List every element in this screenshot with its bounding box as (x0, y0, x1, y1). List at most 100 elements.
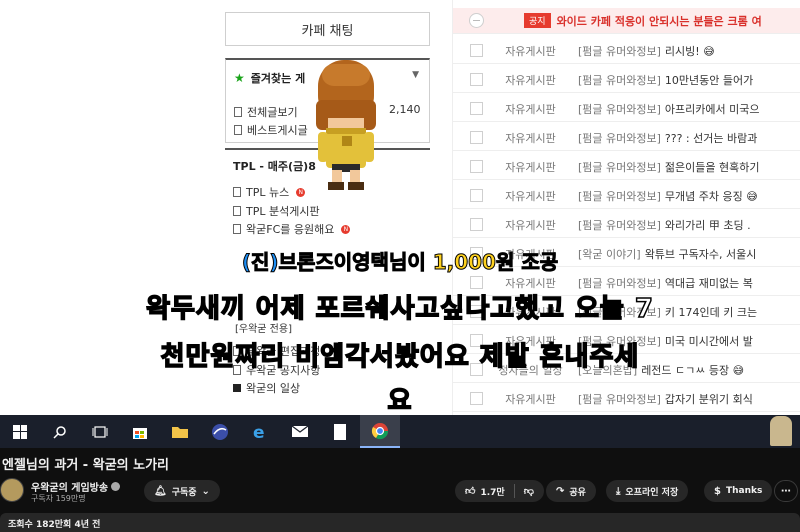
document-icon (233, 206, 241, 216)
row-title[interactable]: 아프리카에서 미국으 (665, 101, 760, 117)
row-title[interactable]: 10만년동안 들어가 (665, 72, 753, 88)
document-icon (234, 107, 242, 117)
edge-icon[interactable]: e (240, 415, 280, 448)
more-options-button[interactable]: ⋯ (774, 480, 798, 502)
row-title[interactable]: 리시빙! 😅 (665, 43, 715, 59)
row-category[interactable]: 자유게시판 (483, 159, 578, 175)
description-panel[interactable] (0, 513, 800, 532)
row-title[interactable]: 무개념 주차 응징 😅 (665, 188, 758, 204)
like-dislike-group: 👍︎ 1.7만 👎︎ (455, 480, 544, 502)
row-checkbox[interactable] (470, 218, 483, 231)
offline-save-button[interactable]: ⤓ 오프라인 저장 (606, 480, 689, 502)
more-icon: ⋯ (781, 485, 791, 497)
cafe-chat-button[interactable]: 카페 채팅 (225, 12, 430, 46)
row-category[interactable]: 자유게시판 (483, 43, 578, 59)
row-checkbox[interactable] (470, 160, 483, 173)
share-button[interactable]: ↷ 공유 (546, 480, 596, 502)
like-count[interactable]: 1.7만 (480, 485, 504, 498)
notice-badge: 공지 (524, 13, 551, 28)
divider (513, 484, 515, 498)
sidebar-link-label: 전체글보기 (247, 106, 298, 119)
favorites-header[interactable]: ★ 즐겨찾는 게 (234, 70, 305, 86)
view-count-and-date: 조회수 182만회 4년 전 (8, 520, 101, 530)
thanks-button[interactable]: $ Thanks (704, 480, 773, 502)
row-checkbox[interactable] (470, 102, 483, 115)
sphere-app-icon[interactable] (200, 415, 240, 448)
windows-start-icon[interactable] (0, 415, 40, 448)
row-category[interactable]: 자유게시판 (483, 130, 578, 146)
board-row[interactable]: 자유게시판 [펌글 유머와정보] ??? : 선거는 바람과 (453, 125, 800, 151)
sidebar-link-label: TPL 분석게시판 (246, 205, 320, 218)
row-title[interactable]: 젊은이들을 현혹하기 (665, 159, 760, 175)
favorites-title: 즐겨찾는 게 (250, 72, 306, 85)
folder-icon[interactable] (160, 415, 200, 448)
verified-icon (111, 482, 121, 491)
search-icon[interactable] (40, 415, 80, 448)
row-category[interactable]: 자유게시판 (483, 217, 578, 233)
caret-down-icon[interactable]: ▼ (412, 70, 419, 80)
share-icon: ↷ (556, 485, 565, 497)
thumbs-up-icon[interactable]: 👍︎ (465, 485, 475, 497)
new-badge-icon: N (341, 224, 351, 234)
task-view-icon[interactable] (80, 415, 120, 448)
share-label: 공유 (569, 487, 586, 498)
sidebar-link-tpl-news[interactable]: TPL 뉴스 N (233, 184, 306, 200)
download-icon: ⤓ (616, 485, 621, 497)
donation-alert: (진)브론즈이영택님이 1,000원 조공 (0, 246, 800, 275)
board-row[interactable]: 자유게시판 [펌글 유머와정보] 무개념 주차 응징 😅 (453, 183, 800, 209)
windows-taskbar: e (0, 415, 800, 448)
star-icon: ★ (234, 71, 245, 85)
row-title[interactable]: 와리가리 甲 초딩 . (665, 217, 751, 233)
board-row[interactable]: 자유게시판 [펌글 유머와정보] 젊은이들을 현혹하기 (453, 154, 800, 180)
user-avatar[interactable] (770, 416, 792, 446)
board-row[interactable]: 자유게시판 [펌글 유머와정보] 와리가리 甲 초딩 . (453, 212, 800, 238)
chrome-icon[interactable] (360, 415, 400, 448)
donor-name: (진)브론즈이영택 (241, 250, 389, 275)
document-icon (233, 187, 241, 197)
row-tag: [펌글 유머와정보] (578, 73, 661, 87)
channel-avatar[interactable] (0, 478, 24, 502)
sidebar-link-label: 베스트게시글 (247, 124, 308, 137)
board-notice-row[interactable]: 공지 와이드 카페 적응이 안되시는 분들은 크롬 여 (453, 8, 800, 34)
row-checkbox[interactable] (470, 131, 483, 144)
mail-icon[interactable] (280, 415, 320, 448)
thanks-icon: $ (714, 485, 721, 497)
document-icon (234, 125, 242, 135)
row-tag: [펌글 유머와정보] (578, 102, 661, 116)
document-app-icon[interactable] (320, 415, 360, 448)
donation-suffix: 조공 (514, 250, 559, 275)
post-count: 2,140 (389, 103, 421, 116)
sidebar-link-tpl-analysis[interactable]: TPL 분석게시판 (233, 203, 320, 219)
new-badge-icon: N (296, 187, 306, 197)
video-player[interactable]: 카페 채팅 ★ 즐겨찾는 게 ▼ 전체글보기 베스트게시글 2,140 TPL … (0, 0, 800, 415)
sidebar-link-wakgood-fc[interactable]: 왁굳FC를 응원해요 N (233, 221, 351, 237)
screen: 카페 채팅 ★ 즐겨찾는 게 ▼ 전체글보기 베스트게시글 2,140 TPL … (0, 0, 800, 532)
thumbs-down-icon[interactable]: 👎︎ (524, 485, 534, 497)
row-checkbox[interactable] (470, 73, 483, 86)
channel-name[interactable]: 우왁굳의 게임방송 (31, 479, 121, 494)
pixel-character-image (316, 60, 376, 190)
notice-title[interactable]: 와이드 카페 적응이 안되시는 분들은 크롬 여 (557, 13, 762, 29)
row-category[interactable]: 자유게시판 (483, 72, 578, 88)
board-row[interactable]: 자유게시판 [펌글 유머와정보] 리시빙! 😅 (453, 38, 800, 64)
subtitle-line-1: 왁두새끼 어제 포르쉐사고싶다고했고 오늘 7 (145, 293, 654, 325)
row-title[interactable]: ??? : 선거는 바람과 (665, 130, 757, 146)
subscriber-count: 구독자 159만명 (31, 494, 86, 503)
document-icon (233, 224, 241, 234)
store-icon[interactable] (120, 415, 160, 448)
board-row[interactable]: 자유게시판 [펌글 유머와정보] 10만년동안 들어가 (453, 67, 800, 93)
sidebar-link-best[interactable]: 베스트게시글 (234, 122, 308, 138)
row-category[interactable]: 자유게시판 (483, 188, 578, 204)
donation-text: 님이 (388, 250, 433, 275)
row-checkbox[interactable] (470, 44, 483, 57)
row-checkbox[interactable] (470, 189, 483, 202)
row-category[interactable]: 자유게시판 (483, 101, 578, 117)
thanks-label: Thanks (725, 486, 763, 496)
notice-toggle[interactable] (469, 13, 484, 28)
row-tag: [펌글 유머와정보] (578, 131, 661, 145)
sidebar-link-all-posts[interactable]: 전체글보기 (234, 104, 298, 120)
subtitle-line-2: 천만원짜리 비엠각서봤어요 제발 혼내주세 (160, 341, 640, 373)
channel-name-text: 우왁굳의 게임방송 (31, 483, 109, 494)
subscribe-button[interactable]: 🔔︎ 구독중 ⌄ (144, 480, 220, 502)
board-row[interactable]: 자유게시판 [펌글 유머와정보] 아프리카에서 미국으 (453, 96, 800, 122)
